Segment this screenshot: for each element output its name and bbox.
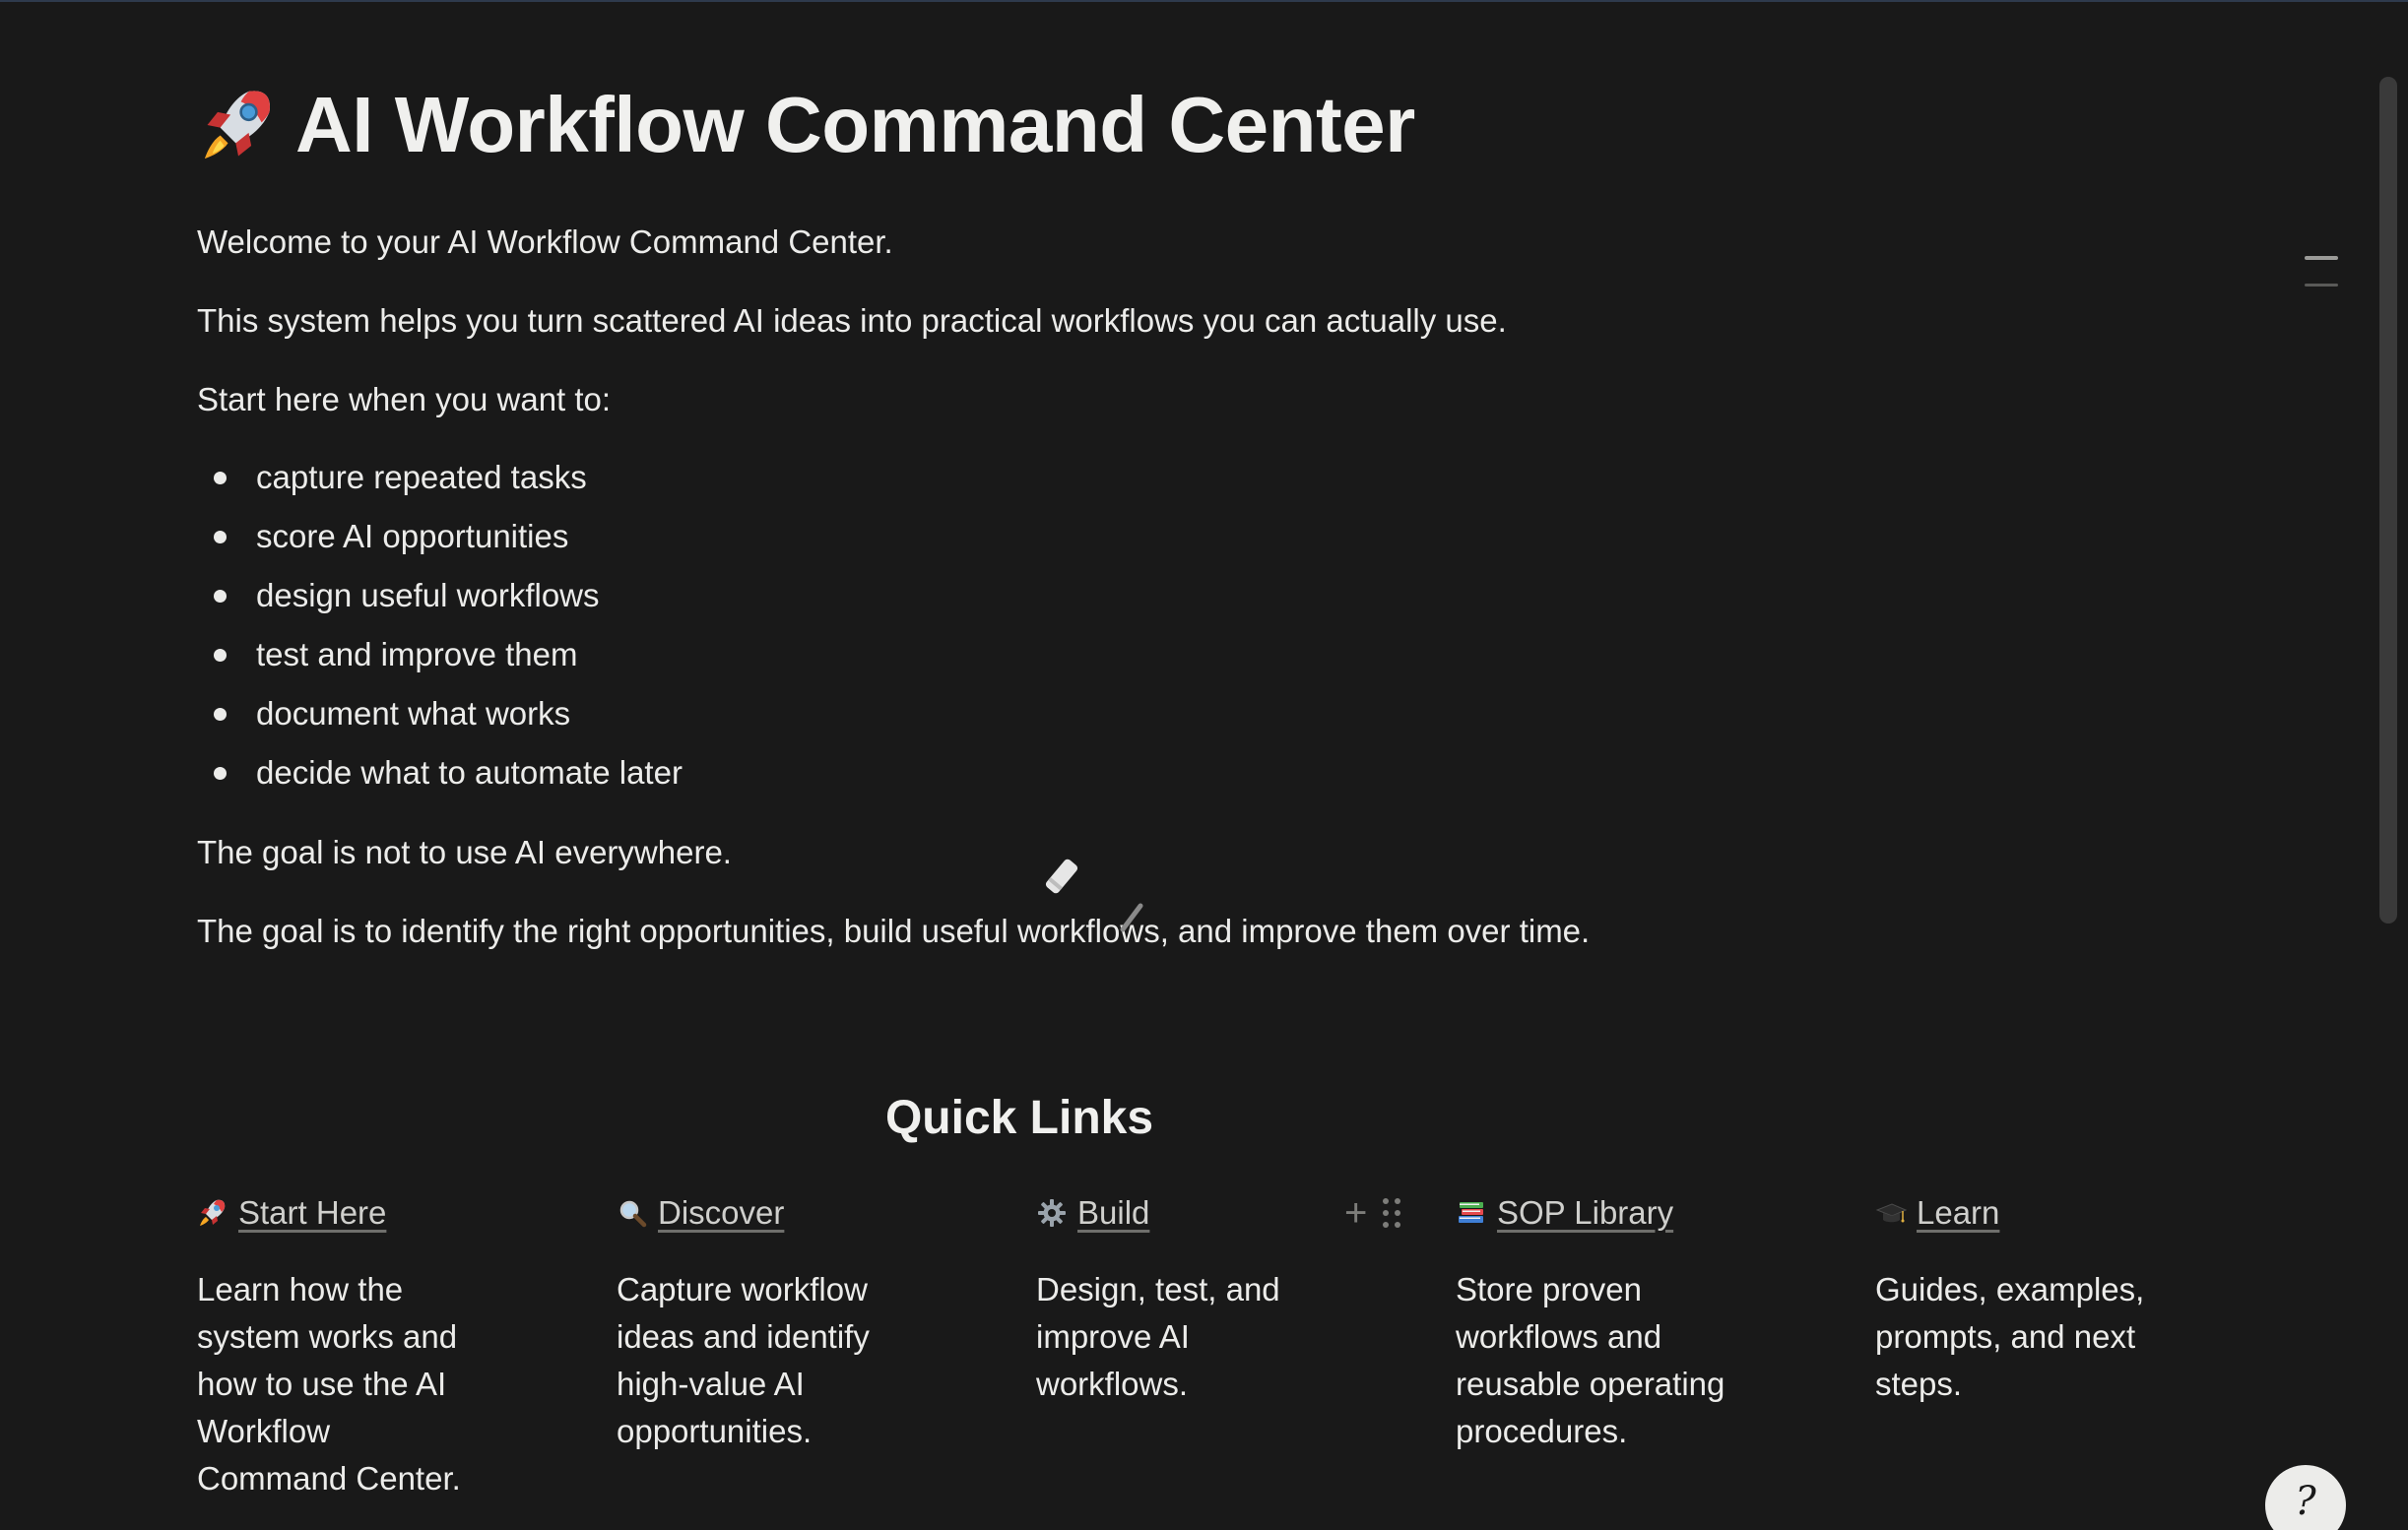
learn-description: Guides, examples, prompts, and next step… <box>1875 1271 2145 1402</box>
rocket-icon <box>200 1199 226 1226</box>
bullet-item: document what works <box>197 694 683 753</box>
bullet-dot <box>214 590 227 603</box>
magnifier-icon <box>619 1200 647 1228</box>
table-of-contents-icon[interactable] <box>2305 254 2338 289</box>
bullet-item: test and improve them <box>197 635 683 694</box>
bullet-text: test and improve them <box>256 636 578 672</box>
intro-welcome-text: Welcome to your AI Workflow Command Cent… <box>197 223 893 260</box>
bullet-text: decide what to automate later <box>256 754 683 791</box>
build-label: Build <box>1077 1194 1150 1231</box>
bullet-text: design useful workflows <box>256 577 600 613</box>
quick-links-columns: Start Here Learn how the system works an… <box>197 1189 2305 1530</box>
sop-library-link[interactable]: SOP Library <box>1456 1189 1741 1237</box>
goal-text-2: The goal is to identify the right opport… <box>197 913 1591 949</box>
vertical-scrollbar[interactable] <box>2379 77 2397 924</box>
build-link[interactable]: Build <box>1036 1189 1322 1237</box>
quick-links-heading: Quick Links <box>884 1091 1154 1144</box>
rocket-icon[interactable] <box>197 84 280 166</box>
quick-link-column-start-here: Start Here Learn how the system works an… <box>197 1189 483 1502</box>
sop-library-description: Store proven workflows and reusable oper… <box>1456 1271 1725 1449</box>
bullet-dot <box>214 708 227 721</box>
quick-link-column-sop-library: SOP Library Store proven workflows and r… <box>1456 1189 1741 1455</box>
learn-label: Learn <box>1917 1194 2000 1231</box>
quick-link-column-build: Build Design, test, and improve AI workf… <box>1036 1189 1322 1408</box>
goal-text-1: The goal is not to use AI everywhere. <box>197 834 732 870</box>
discover-link[interactable]: Discover <box>617 1189 902 1237</box>
bullet-dot <box>214 649 227 662</box>
bullet-text: capture repeated tasks <box>256 459 587 495</box>
bullet-item: design useful workflows <box>197 576 683 635</box>
block-tools: + <box>1344 1193 1402 1233</box>
intro-start-text: Start here when you want to: <box>197 381 612 417</box>
books-icon <box>1459 1202 1483 1223</box>
gear-icon <box>1038 1199 1066 1227</box>
bullet-item: score AI opportunities <box>197 517 683 576</box>
bullet-item: capture repeated tasks <box>197 458 683 517</box>
discover-description: Capture workflow ideas and identify high… <box>617 1271 870 1449</box>
add-block-plus-icon[interactable]: + <box>1344 1193 1367 1233</box>
graduation-cap-icon <box>1875 1203 1907 1223</box>
bullet-dot <box>214 767 227 780</box>
build-description: Design, test, and improve AI workflows. <box>1036 1271 1280 1402</box>
bullet-text: score AI opportunities <box>256 518 569 554</box>
bullet-list: capture repeated tasks score AI opportun… <box>197 458 683 812</box>
drag-handle-icon[interactable] <box>1381 1195 1402 1231</box>
start-here-label: Start Here <box>238 1194 387 1231</box>
page-title[interactable]: AI Workflow Command Center <box>295 80 1415 170</box>
bullet-dot <box>214 531 227 543</box>
quick-link-column-learn: Learn Guides, examples, prompts, and nex… <box>1875 1189 2161 1408</box>
pencil-cursor-icon <box>1045 859 1143 932</box>
start-here-link[interactable]: Start Here <box>197 1189 483 1237</box>
page-title-row: AI Workflow Command Center <box>197 71 1415 179</box>
window-top-border <box>0 0 2408 2</box>
start-here-description: Learn how the system works and how to us… <box>197 1271 461 1497</box>
bullet-text: document what works <box>256 695 571 732</box>
discover-label: Discover <box>658 1194 785 1231</box>
bullet-dot <box>214 472 227 484</box>
help-button[interactable]: ? <box>2265 1465 2346 1530</box>
bullet-item: decide what to automate later <box>197 753 683 812</box>
learn-link[interactable]: Learn <box>1875 1189 2161 1237</box>
sop-library-label: SOP Library <box>1497 1194 1674 1231</box>
quick-link-column-discover: Discover Capture workflow ideas and iden… <box>617 1189 902 1455</box>
intro-description-text: This system helps you turn scattered AI … <box>197 302 1507 339</box>
